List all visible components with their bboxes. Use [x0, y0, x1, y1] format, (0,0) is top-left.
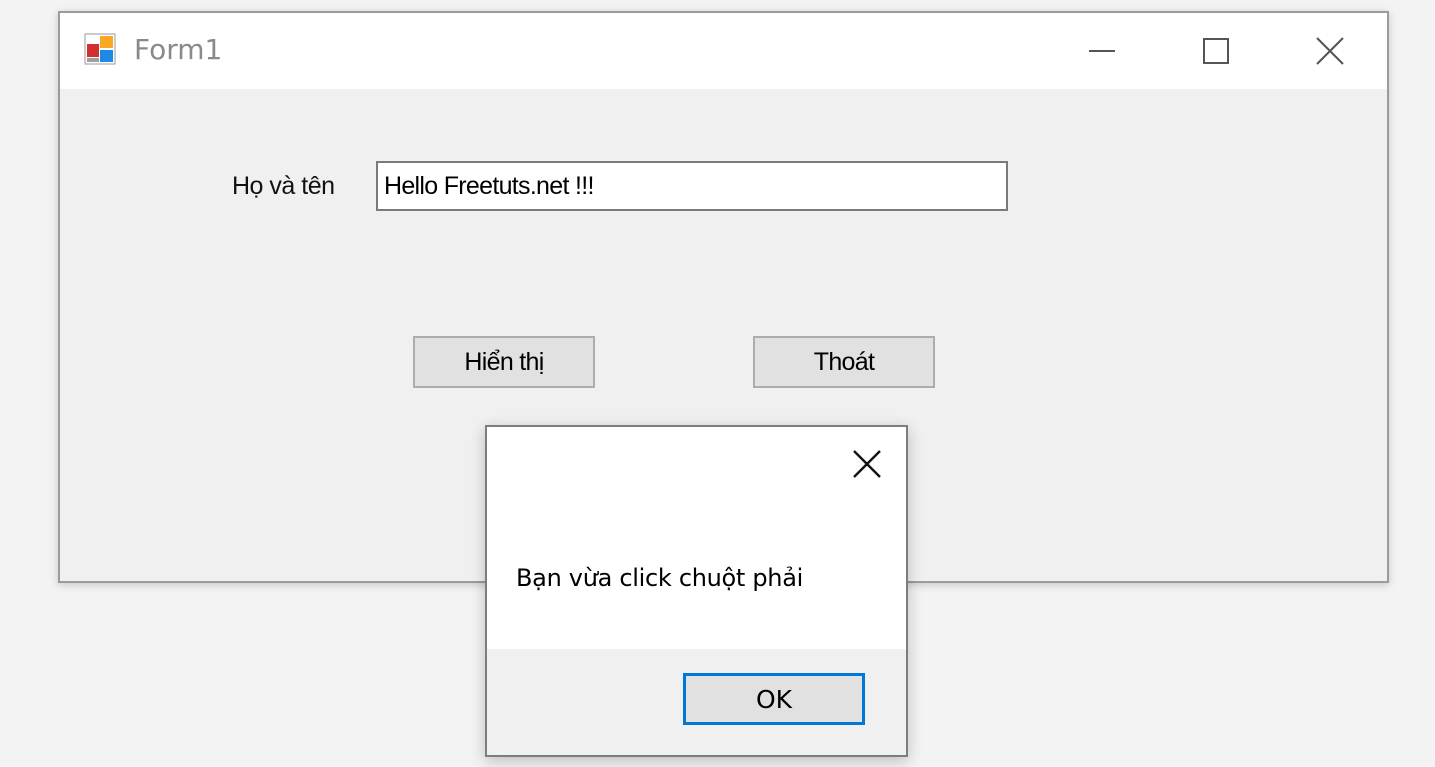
app-icon [84, 33, 116, 65]
ok-button[interactable]: OK [683, 673, 865, 725]
close-icon [1316, 37, 1344, 65]
message-box-close-button[interactable] [839, 439, 895, 489]
message-text: Bạn vừa click chuột phải [516, 564, 803, 592]
title-bar[interactable]: Form1 [60, 13, 1387, 89]
close-button[interactable] [1298, 23, 1362, 79]
name-input[interactable] [376, 161, 1008, 211]
close-icon [853, 450, 881, 478]
message-box: Bạn vừa click chuột phải OK [485, 425, 908, 757]
minimize-icon [1089, 50, 1115, 52]
message-box-footer: OK [487, 649, 906, 755]
window-title: Form1 [134, 33, 223, 66]
maximize-icon [1203, 38, 1229, 64]
show-button[interactable]: Hiển thị [413, 336, 595, 388]
name-label: Họ và tên [232, 172, 335, 200]
minimize-button[interactable] [1070, 23, 1134, 79]
exit-button[interactable]: Thoát [753, 336, 935, 388]
maximize-button[interactable] [1184, 23, 1248, 79]
